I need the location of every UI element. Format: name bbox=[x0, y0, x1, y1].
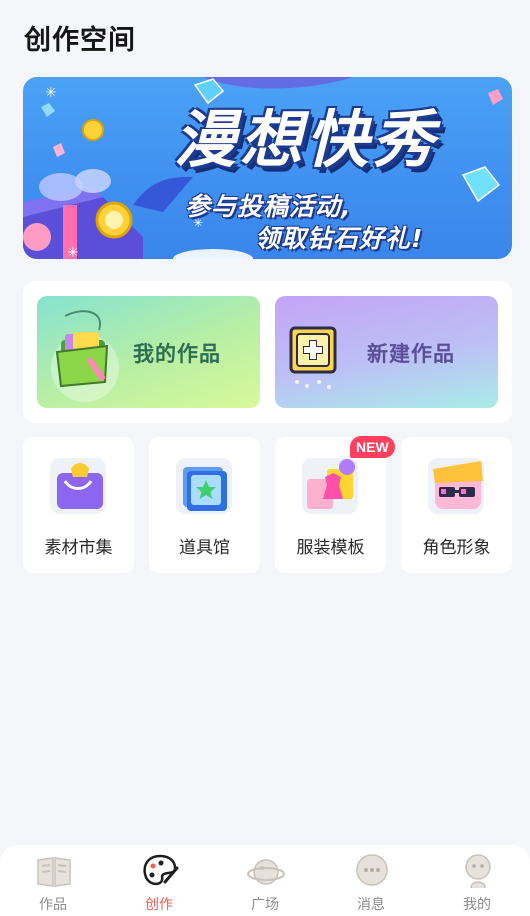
character-face-icon bbox=[428, 458, 484, 514]
tile-character-avatar[interactable]: 角色形象 bbox=[401, 437, 512, 573]
page-title: 创作空间 bbox=[24, 25, 136, 56]
tile-label: 角色形象 bbox=[422, 538, 491, 558]
my-works-button[interactable]: 我的作品 bbox=[37, 296, 260, 408]
tab-label: 创作 bbox=[145, 897, 173, 913]
tab-label: 消息 bbox=[357, 897, 385, 913]
tab-label: 作品 bbox=[39, 897, 67, 913]
palette-icon bbox=[143, 854, 179, 886]
person-icon bbox=[465, 854, 491, 889]
tile-label: 素材市集 bbox=[44, 538, 113, 558]
bottom-tab-bar: 作品 创作 广场 消息 我的 bbox=[0, 845, 530, 916]
tab-label: 广场 bbox=[251, 897, 279, 913]
svg-text:✳: ✳ bbox=[67, 245, 79, 259]
shopping-bag-icon bbox=[50, 458, 106, 514]
tile-label: 道具馆 bbox=[179, 538, 230, 558]
svg-text:✳: ✳ bbox=[45, 85, 57, 101]
tab-messages[interactable]: 消息 bbox=[318, 845, 424, 916]
tile-props-hall[interactable]: 道具馆 bbox=[149, 437, 260, 573]
new-work-label: 新建作品 bbox=[367, 342, 455, 366]
add-canvas-icon bbox=[289, 326, 337, 389]
star-frame-icon bbox=[176, 458, 232, 514]
banner-title: 漫想快秀 bbox=[173, 103, 438, 176]
new-badge: NEW bbox=[350, 436, 395, 458]
banner-subtitle-line2: 领取钻石好礼! bbox=[255, 224, 424, 253]
book-icon bbox=[37, 857, 71, 887]
tile-material-market[interactable]: 素材市集 bbox=[23, 437, 134, 573]
chat-bubble-icon bbox=[356, 854, 388, 886]
tab-plaza[interactable]: 广场 bbox=[212, 845, 318, 916]
my-works-label: 我的作品 bbox=[133, 342, 221, 366]
tab-create[interactable]: 创作 bbox=[106, 845, 212, 916]
tab-label: 我的 bbox=[463, 897, 491, 913]
folder-icon bbox=[51, 310, 119, 402]
tab-mine[interactable]: 我的 bbox=[424, 845, 530, 916]
works-card: 我的作品 新建作品 bbox=[23, 281, 512, 423]
banner-subtitle-line1: 参与投稿活动, bbox=[185, 192, 352, 221]
planet-icon bbox=[247, 859, 285, 885]
clothing-icon bbox=[302, 458, 358, 514]
promo-banner[interactable]: ✳ ✳ ✳ 漫想快秀 参与投稿活动, 领取钻石好礼! bbox=[23, 77, 512, 259]
tab-works[interactable]: 作品 bbox=[0, 845, 106, 916]
tile-label: 服装模板 bbox=[296, 538, 365, 558]
new-work-button[interactable]: 新建作品 bbox=[275, 296, 498, 408]
